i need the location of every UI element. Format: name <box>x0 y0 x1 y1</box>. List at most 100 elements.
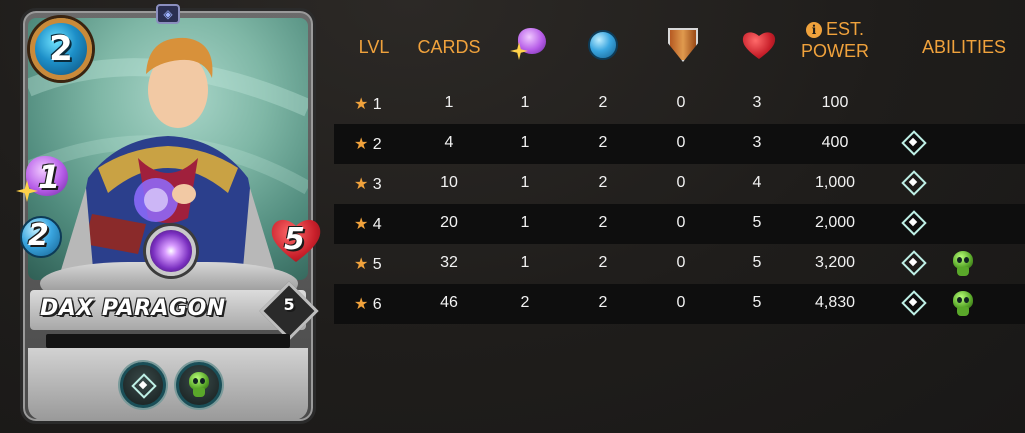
magic-cell: 1 <box>520 254 530 271</box>
card-bottom-panel <box>28 348 308 420</box>
level-value: 4 <box>372 216 382 233</box>
star-icon: ★ <box>354 176 373 193</box>
shield-icon <box>662 28 702 64</box>
level-value: 6 <box>372 296 382 313</box>
diamond-icon[interactable] <box>902 251 924 273</box>
health-cell: 5 <box>752 214 762 231</box>
header-lvl: LVL <box>358 37 390 57</box>
cards-cell: 32 <box>440 254 458 271</box>
diamond-icon[interactable] <box>902 171 924 193</box>
level-cell: ★ 4 <box>354 214 394 234</box>
armor-cell: 0 <box>676 214 686 231</box>
speed-value: 2 <box>28 218 49 253</box>
magic-value: 1 <box>38 158 61 196</box>
skull-icon[interactable] <box>952 251 974 277</box>
cards-cell: 4 <box>444 134 454 151</box>
level-value: 3 <box>372 176 382 193</box>
speed-icon <box>584 28 624 64</box>
diamond-icon[interactable] <box>902 291 924 313</box>
speed-cell: 2 <box>598 174 608 191</box>
star-icon: ★ <box>354 256 373 273</box>
description-bar <box>46 334 290 348</box>
card-name: DAX PARAGON <box>40 296 226 321</box>
power-cell: 2,000 <box>814 214 856 231</box>
heart-icon <box>738 28 778 64</box>
level-value: 2 <box>372 136 382 153</box>
mana-value: 2 <box>49 29 73 69</box>
card-ability-1[interactable] <box>120 362 166 408</box>
power-cell: 3,200 <box>814 254 856 271</box>
skull-icon <box>188 372 210 398</box>
magic-icon <box>510 28 550 64</box>
magic-cell: 1 <box>520 134 530 151</box>
table-row: ★ 3 10 1 2 0 4 1,000 <box>334 164 1025 204</box>
table-row: ★ 5 32 1 2 0 5 3,200 <box>334 244 1025 284</box>
health-cell: 3 <box>752 134 762 151</box>
armor-cell: 0 <box>676 174 686 191</box>
table-row: ★ 6 46 2 2 0 5 4,830 <box>334 284 1025 324</box>
magic-attack-stat: 1 <box>16 154 72 202</box>
table-row: ★ 1 1 1 2 0 3 100 <box>334 84 1025 124</box>
table-row: ★ 2 4 1 2 0 3 400 <box>334 124 1025 164</box>
diamond-icon[interactable] <box>902 131 924 153</box>
header-abilities: ABILITIES <box>921 37 1007 57</box>
magic-cell: 2 <box>520 294 530 311</box>
magic-cell: 1 <box>520 174 530 191</box>
power-cell: 400 <box>821 134 849 151</box>
health-cell: 5 <box>752 294 762 311</box>
diamond-icon[interactable] <box>902 211 924 233</box>
health-value: 5 <box>284 222 305 257</box>
mana-cost: 2 <box>30 18 92 80</box>
cards-cell: 10 <box>440 174 458 191</box>
star-icon: ★ <box>354 136 373 153</box>
table-body: ★ 1 1 1 2 0 3 100 ★ 2 4 1 2 0 3 400 ★ 3 10 1 2 0 4 1,000 ★ 42… <box>334 84 1025 324</box>
star-icon: ★ <box>354 296 373 313</box>
power-cell: 4,830 <box>814 294 856 311</box>
speed-cell: 2 <box>598 294 608 311</box>
star-icon: ★ <box>354 96 373 113</box>
card-ability-2[interactable] <box>176 362 222 408</box>
health-cell: 3 <box>752 94 762 111</box>
diamond-icon <box>132 374 154 396</box>
magic-cell: 1 <box>520 214 530 231</box>
rarity-gem-icon <box>146 226 196 276</box>
star-icon: ★ <box>354 216 373 233</box>
level-stats-table: LVL CARDS i EST. POWER ABILITIES ★ 111203… <box>334 10 1025 324</box>
level-value: 5 <box>372 256 382 273</box>
health-stat: 5 <box>268 214 324 264</box>
monster-card[interactable]: ◈ 2 1 2 5 DAX PARAGON 5 <box>14 4 323 428</box>
level-cell: ★ 1 <box>354 94 394 114</box>
level-value: 5 <box>283 295 295 315</box>
level-cell: ★ 6 <box>354 294 394 314</box>
table-header: LVL CARDS i EST. POWER ABILITIES <box>334 10 1025 84</box>
speed-cell: 2 <box>598 214 608 231</box>
header-est-power: i EST. POWER <box>792 18 878 62</box>
armor-cell: 0 <box>676 134 686 151</box>
header-power: POWER <box>800 41 869 61</box>
level-value: 1 <box>372 96 382 113</box>
speed-stat: 2 <box>16 212 72 260</box>
info-icon[interactable]: i <box>805 22 822 38</box>
cards-cell: 46 <box>440 294 458 311</box>
edition-gem-icon: ◈ <box>156 4 180 24</box>
header-cards: CARDS <box>417 37 481 57</box>
armor-cell: 0 <box>676 254 686 271</box>
level-cell: ★ 2 <box>354 134 394 154</box>
health-cell: 5 <box>752 254 762 271</box>
magic-cell: 1 <box>520 94 530 111</box>
armor-cell: 0 <box>676 294 686 311</box>
level-cell: ★ 3 <box>354 174 394 194</box>
armor-cell: 0 <box>676 94 686 111</box>
header-est: EST. <box>825 19 864 39</box>
level-cell: ★ 5 <box>354 254 394 274</box>
health-cell: 4 <box>752 174 762 191</box>
skull-icon[interactable] <box>952 291 974 317</box>
speed-cell: 2 <box>598 134 608 151</box>
cards-cell: 1 <box>444 94 454 111</box>
power-cell: 100 <box>821 94 849 111</box>
cards-cell: 20 <box>440 214 458 231</box>
power-cell: 1,000 <box>814 174 856 191</box>
speed-cell: 2 <box>598 94 608 111</box>
table-row: ★ 4 20 1 2 0 5 2,000 <box>334 204 1025 244</box>
speed-cell: 2 <box>598 254 608 271</box>
